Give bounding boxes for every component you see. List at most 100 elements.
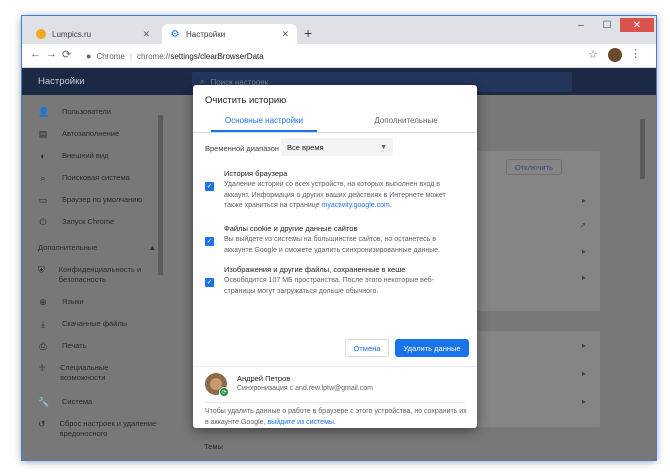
time-range-select[interactable]: Все время ▼ (281, 138, 393, 156)
sign-out-note: Чтобы удалить данные о работе в браузере… (205, 407, 467, 428)
dialog-title: Очистить историю (205, 95, 287, 106)
main-scrollbar[interactable] (640, 119, 645, 179)
tab-basic-settings[interactable]: Основные настройки (193, 116, 335, 125)
tab-title: Настройки (186, 29, 226, 39)
cancel-button[interactable]: Отмена (345, 339, 389, 357)
globe-icon: ⊕ (39, 297, 47, 307)
browser-toolbar: ← → ⟳ ● Chrome | chrome://settings/clear… (22, 44, 656, 68)
browsing-history-checkbox[interactable]: ✓ (205, 182, 214, 191)
sidebar-item-search-engine[interactable]: ⌕ Поисковая система (38, 173, 130, 183)
tab-close-icon[interactable]: ✕ (281, 29, 289, 40)
sidebar-item-printing[interactable]: ⎙ Печать (38, 341, 87, 351)
sidebar-item-label: Пользователи (62, 107, 111, 116)
minimize-button[interactable]: – (568, 18, 594, 32)
sidebar-item-label: Конфиденциальность и безопасность (58, 265, 142, 284)
sidebar-item-label: Печать (62, 341, 87, 350)
url-path: settings/clearBrowserData (170, 51, 264, 61)
wrench-icon: 🔧 (38, 397, 50, 407)
shield-icon: ⛨ (38, 265, 45, 275)
menu-dots-icon[interactable]: ⋮ (630, 47, 641, 60)
power-icon: ⏻ (39, 217, 47, 227)
chevron-right-icon[interactable]: ▸ (582, 247, 586, 256)
clear-data-button[interactable]: Удалить данные (395, 339, 469, 357)
themes-label: Темы (204, 442, 223, 451)
sidebar-item-label: Внешний вид (62, 151, 109, 160)
sidebar-item-label: Браузер по умолчанию (62, 195, 143, 204)
sidebar-advanced-section[interactable]: Дополнительные ▲ (38, 243, 156, 252)
new-tab-button[interactable]: + (304, 25, 312, 41)
url-host: chrome:// (136, 51, 171, 61)
tab-lumpics[interactable]: Lumpics.ru ✕ (28, 24, 158, 44)
myactivity-link[interactable]: myactivity.google.com (322, 202, 390, 209)
cache-checkbox[interactable]: ✓ (205, 278, 214, 287)
accessibility-icon: ☥ (38, 363, 46, 373)
sidebar-item-languages[interactable]: ⊕ Языки (38, 297, 84, 307)
sidebar-item-label: Специальные возможности (60, 363, 109, 382)
sidebar-item-autofill[interactable]: ▤ Автозаполнение (38, 129, 119, 139)
profile-avatar[interactable] (608, 48, 622, 62)
sidebar-item-label: Поисковая система (62, 173, 130, 182)
back-button[interactable]: ← (30, 48, 41, 60)
bookmark-star-icon[interactable]: ☆ (588, 48, 598, 61)
sidebar-scrollbar[interactable] (158, 115, 163, 275)
sidebar-item-privacy[interactable]: ⛨ Конфиденциальность и безопасность (38, 265, 148, 285)
sync-status: Синхронизация с and.rew.lptw@gmail.com (237, 385, 374, 392)
chevron-right-icon[interactable]: ▸ (582, 397, 586, 406)
gear-icon: ⚙ (170, 28, 180, 40)
sidebar-item-default-browser[interactable]: ▭ Браузер по умолчанию (38, 195, 142, 205)
lumpics-favicon-icon (36, 29, 46, 39)
tab-settings[interactable]: ⚙ Настройки ✕ (162, 24, 297, 44)
footer-suffix: . (333, 418, 336, 426)
palette-icon: ◐ (40, 151, 46, 161)
chevron-right-icon[interactable]: ▸ (582, 341, 586, 350)
cookies-checkbox[interactable]: ✓ (205, 237, 214, 246)
dropdown-arrow-icon: ▼ (380, 143, 387, 151)
time-range-value: Все время (287, 142, 324, 152)
search-icon: ⌕ (40, 173, 46, 183)
disable-sync-button[interactable]: Отключить (506, 159, 562, 175)
address-bar[interactable]: ● Chrome | chrome://settings/clearBrowse… (78, 47, 578, 65)
tab-title: Lumpics.ru (52, 29, 92, 39)
sync-icon: ⟳ (219, 387, 229, 397)
maximize-button[interactable]: ☐ (594, 18, 620, 32)
sidebar-item-accessibility[interactable]: ☥ Специальные возможности (38, 363, 138, 383)
external-link-icon[interactable]: ↗ (579, 221, 586, 230)
forward-button[interactable]: → (46, 48, 57, 60)
chevron-right-icon[interactable]: ▸ (582, 369, 586, 378)
close-window-button[interactable]: ✕ (620, 18, 654, 32)
settings-title: Настройки (38, 76, 85, 87)
option-cookies: ✓ Файлы cookie и другие данные сайтов Вы… (205, 224, 465, 258)
sidebar-item-label: Скачанные файлы (62, 319, 128, 328)
sidebar-item-on-startup[interactable]: ⏻ Запуск Chrome (38, 217, 114, 227)
tab-divider (193, 132, 477, 133)
chevron-right-icon[interactable]: ▸ (582, 273, 586, 282)
option-description: Освободится 107 МБ пространства. После э… (224, 277, 434, 295)
sidebar-item-people[interactable]: 👤 Пользователи (38, 107, 111, 117)
sidebar-item-label: Запуск Chrome (62, 217, 115, 226)
sidebar-item-appearance[interactable]: ◐ Внешний вид (38, 151, 109, 161)
option-description: Удаление истории со всех устройств, на к… (224, 180, 464, 212)
option-title: Файлы cookie и другие данные сайтов (224, 224, 358, 233)
sign-out-link[interactable]: выйдите из системы (267, 419, 333, 426)
person-icon: 👤 (38, 107, 50, 117)
tab-close-icon[interactable]: ✕ (142, 29, 150, 40)
sidebar-item-downloads[interactable]: ⤓ Скачанные файлы (38, 319, 127, 329)
print-icon: ⎙ (39, 341, 47, 351)
sidebar-item-label: Сброс настроек и удаление вредоносного (59, 419, 157, 438)
settings-sidebar: 👤 Пользователи ▤ Автозаполнение ◐ Внешний в… (22, 95, 166, 460)
sidebar-item-system[interactable]: 🔧 Система (38, 397, 92, 407)
tab-advanced[interactable]: Дополнительные (335, 116, 477, 125)
chevron-right-icon[interactable]: ▸ (582, 196, 586, 205)
sidebar-item-label: Система (62, 397, 93, 406)
site-label: Chrome (96, 51, 125, 61)
option-description: Вы выйдете из системы на большинстве сай… (224, 236, 441, 254)
sidebar-item-label: Автозаполнение (62, 129, 120, 138)
chrome-page-icon: ● (86, 51, 92, 61)
section-label: Дополнительные (38, 243, 98, 252)
reload-button[interactable]: ⟳ (62, 48, 71, 61)
browser-icon: ▭ (38, 195, 48, 205)
option-title: История браузера (224, 169, 288, 178)
divider (193, 366, 477, 367)
sidebar-item-reset[interactable]: ↺ Сброс настроек и удаление вредоносного (38, 419, 158, 439)
option-browsing-history: ✓ История браузера Удаление истории со в… (205, 169, 465, 213)
